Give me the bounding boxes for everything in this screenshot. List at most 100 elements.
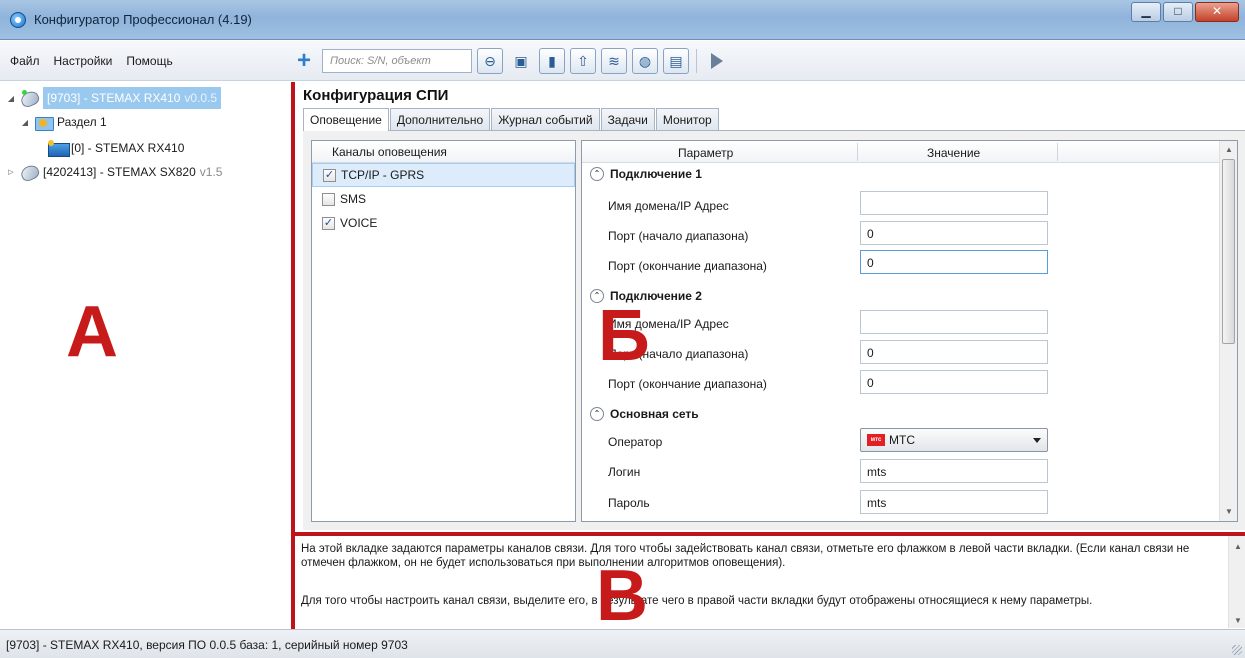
maximize-button[interactable]: □	[1163, 2, 1193, 22]
menu-bar: Файл Настройки Помощь + Поиск: S/N, объе…	[0, 41, 1245, 81]
help-scrollbar[interactable]: ▲ ▼	[1228, 536, 1245, 628]
menu-help[interactable]: Помощь	[126, 54, 172, 68]
scroll-up-icon[interactable]: ▲	[1229, 540, 1245, 554]
maximize-icon: □	[1174, 4, 1182, 18]
port-end-field-1[interactable]: 0	[860, 250, 1048, 274]
mts-logo-icon: мтс	[867, 434, 885, 446]
channel-checkbox[interactable]: ✓	[322, 216, 335, 230]
toolbar: + Поиск: S/N, объект ⊖ ▣ ▮ ⇧ ≋ ◍ ▤	[291, 47, 730, 75]
channel-checkbox[interactable]: ✓	[323, 168, 336, 182]
tree-node-rx410-device[interactable]: [0] - STEMAX RX410	[48, 137, 184, 159]
tree-node-label: [4202413] - STEMAX SX820	[43, 165, 196, 179]
tree-node-sx820[interactable]: ▷ [4202413] - STEMAX SX820 v1.5	[6, 161, 222, 183]
resize-grip-icon[interactable]	[1232, 645, 1242, 655]
column-divider	[857, 143, 858, 161]
expand-arrow-icon[interactable]: ▷	[6, 168, 16, 176]
sim-button[interactable]: ▤	[663, 48, 689, 74]
upload-button[interactable]: ⇧	[570, 48, 596, 74]
collapse-icon[interactable]: ⌃	[590, 407, 604, 421]
satellite-dish-icon	[20, 164, 40, 180]
tab-monitor[interactable]: Монитор	[655, 108, 719, 130]
column-divider	[1057, 143, 1058, 161]
tab-event-log[interactable]: Журнал событий	[491, 108, 600, 130]
wifi-icon: ≋	[608, 52, 620, 69]
param-label: Имя домена/IP Адрес	[608, 199, 729, 213]
channel-tcp-gprs[interactable]: ✓ TCP/IP - GPRS	[312, 163, 575, 187]
find-button[interactable]: ⊖	[477, 48, 503, 74]
tree-node-label: [9703] - STEMAX RX410	[47, 91, 181, 105]
usb-icon: ▮	[548, 52, 556, 69]
help-panel: На этой вкладке задаются параметры канал…	[295, 536, 1245, 628]
run-button[interactable]	[704, 48, 730, 74]
search-icon: ⊖	[484, 52, 496, 69]
tab-notification[interactable]: Оповещение	[303, 108, 389, 131]
operator-select[interactable]: мтс МТС	[860, 428, 1048, 452]
section-folder-icon	[34, 114, 54, 131]
close-button[interactable]: ✕	[1195, 2, 1239, 22]
help-text-2: Для того чтобы настроить канал связи, вы…	[301, 595, 1093, 607]
network-button[interactable]: ◍	[632, 48, 658, 74]
channel-sms[interactable]: SMS	[312, 187, 575, 211]
wireless-button[interactable]: ≋	[601, 48, 627, 74]
collapse-arrow-icon[interactable]: ◢	[6, 94, 16, 103]
status-bar: [9703] - STEMAX RX410, версия ПО 0.0.5 б…	[0, 629, 1245, 658]
sim-icon: ▤	[669, 52, 683, 69]
toolbar-separator	[696, 49, 697, 73]
tab-bar: Оповещение Дополнительно Журнал событий …	[303, 108, 720, 131]
window-title: Конфигуратор Профессионал (4.19)	[34, 12, 252, 27]
marker-letter-b: Б	[598, 296, 650, 376]
domain-ip-field-1[interactable]	[860, 191, 1048, 215]
menu-file[interactable]: Файл	[10, 54, 40, 68]
port-start-field-1[interactable]: 0	[860, 221, 1048, 245]
scroll-up-icon[interactable]: ▲	[1220, 145, 1237, 154]
channel-voice[interactable]: ✓ VOICE	[312, 211, 575, 235]
tree-node-version: v1.5	[199, 165, 223, 179]
channel-checkbox[interactable]	[322, 192, 335, 206]
channel-label: SMS	[340, 192, 367, 206]
chevron-down-icon	[1033, 437, 1041, 443]
value-column-header: Значение	[927, 146, 981, 160]
minimize-button[interactable]: ▁	[1131, 2, 1161, 22]
device-icon	[48, 140, 70, 157]
tree-node-label: [0] - STEMAX RX410	[71, 141, 185, 155]
collapse-icon[interactable]: ⌃	[590, 167, 604, 181]
port-start-field-2[interactable]: 0	[860, 340, 1048, 364]
group-main-network[interactable]: ⌃ Основная сеть	[590, 407, 699, 421]
param-label: Порт (начало диапазона)	[608, 229, 749, 243]
scrollbar-thumb[interactable]	[1222, 159, 1235, 344]
connect-button[interactable]: ▣	[508, 48, 534, 74]
minimize-icon: ▁	[1141, 4, 1151, 18]
password-field[interactable]: mts	[860, 490, 1048, 514]
tree-node-section[interactable]: ◢ Раздел 1	[20, 111, 107, 133]
scroll-down-icon[interactable]: ▼	[1229, 614, 1245, 628]
upload-icon: ⇧	[577, 52, 589, 69]
login-field[interactable]: mts	[860, 459, 1048, 483]
params-scrollbar[interactable]: ▲ ▼	[1219, 141, 1237, 521]
channels-header-label: Каналы оповещения	[332, 144, 447, 159]
group-title: Подключение 1	[610, 167, 702, 181]
add-device-button[interactable]: +	[291, 48, 317, 74]
param-label: Логин	[608, 465, 641, 479]
scroll-down-icon[interactable]: ▼	[1220, 507, 1237, 516]
tab-additional[interactable]: Дополнительно	[389, 108, 491, 130]
tab-tasks[interactable]: Задачи	[600, 108, 655, 130]
menu-settings[interactable]: Настройки	[54, 54, 113, 68]
port-end-field-2[interactable]: 0	[860, 370, 1048, 394]
device-tree: ◢ [9703] - STEMAX RX410 v0.0.5 ◢ Раздел …	[0, 82, 292, 628]
domain-ip-field-2[interactable]	[860, 310, 1048, 334]
tree-node-version: v0.0.5	[184, 91, 218, 105]
collapse-arrow-icon[interactable]: ◢	[20, 118, 30, 127]
satellite-dish-icon	[20, 90, 40, 106]
plus-icon: +	[296, 47, 311, 74]
parameters-grid: Параметр Значение ⌃ Подключение 1 Имя до…	[581, 140, 1238, 522]
group-connection-1[interactable]: ⌃ Подключение 1	[590, 167, 702, 181]
search-input[interactable]: Поиск: S/N, объект	[322, 49, 472, 73]
help-text-1: На этой вкладке задаются параметры канал…	[301, 543, 1190, 569]
play-icon	[711, 53, 723, 69]
tree-node-rx410[interactable]: ◢ [9703] - STEMAX RX410 v0.0.5	[6, 87, 250, 109]
group-title: Основная сеть	[610, 407, 699, 421]
tree-node-label: Раздел 1	[57, 115, 107, 129]
title-bar: Конфигуратор Профессионал (4.19) ▁ □ ✕	[0, 0, 1245, 40]
usb-button[interactable]: ▮	[539, 48, 565, 74]
param-label: Порт (окончание диапазона)	[608, 259, 767, 273]
